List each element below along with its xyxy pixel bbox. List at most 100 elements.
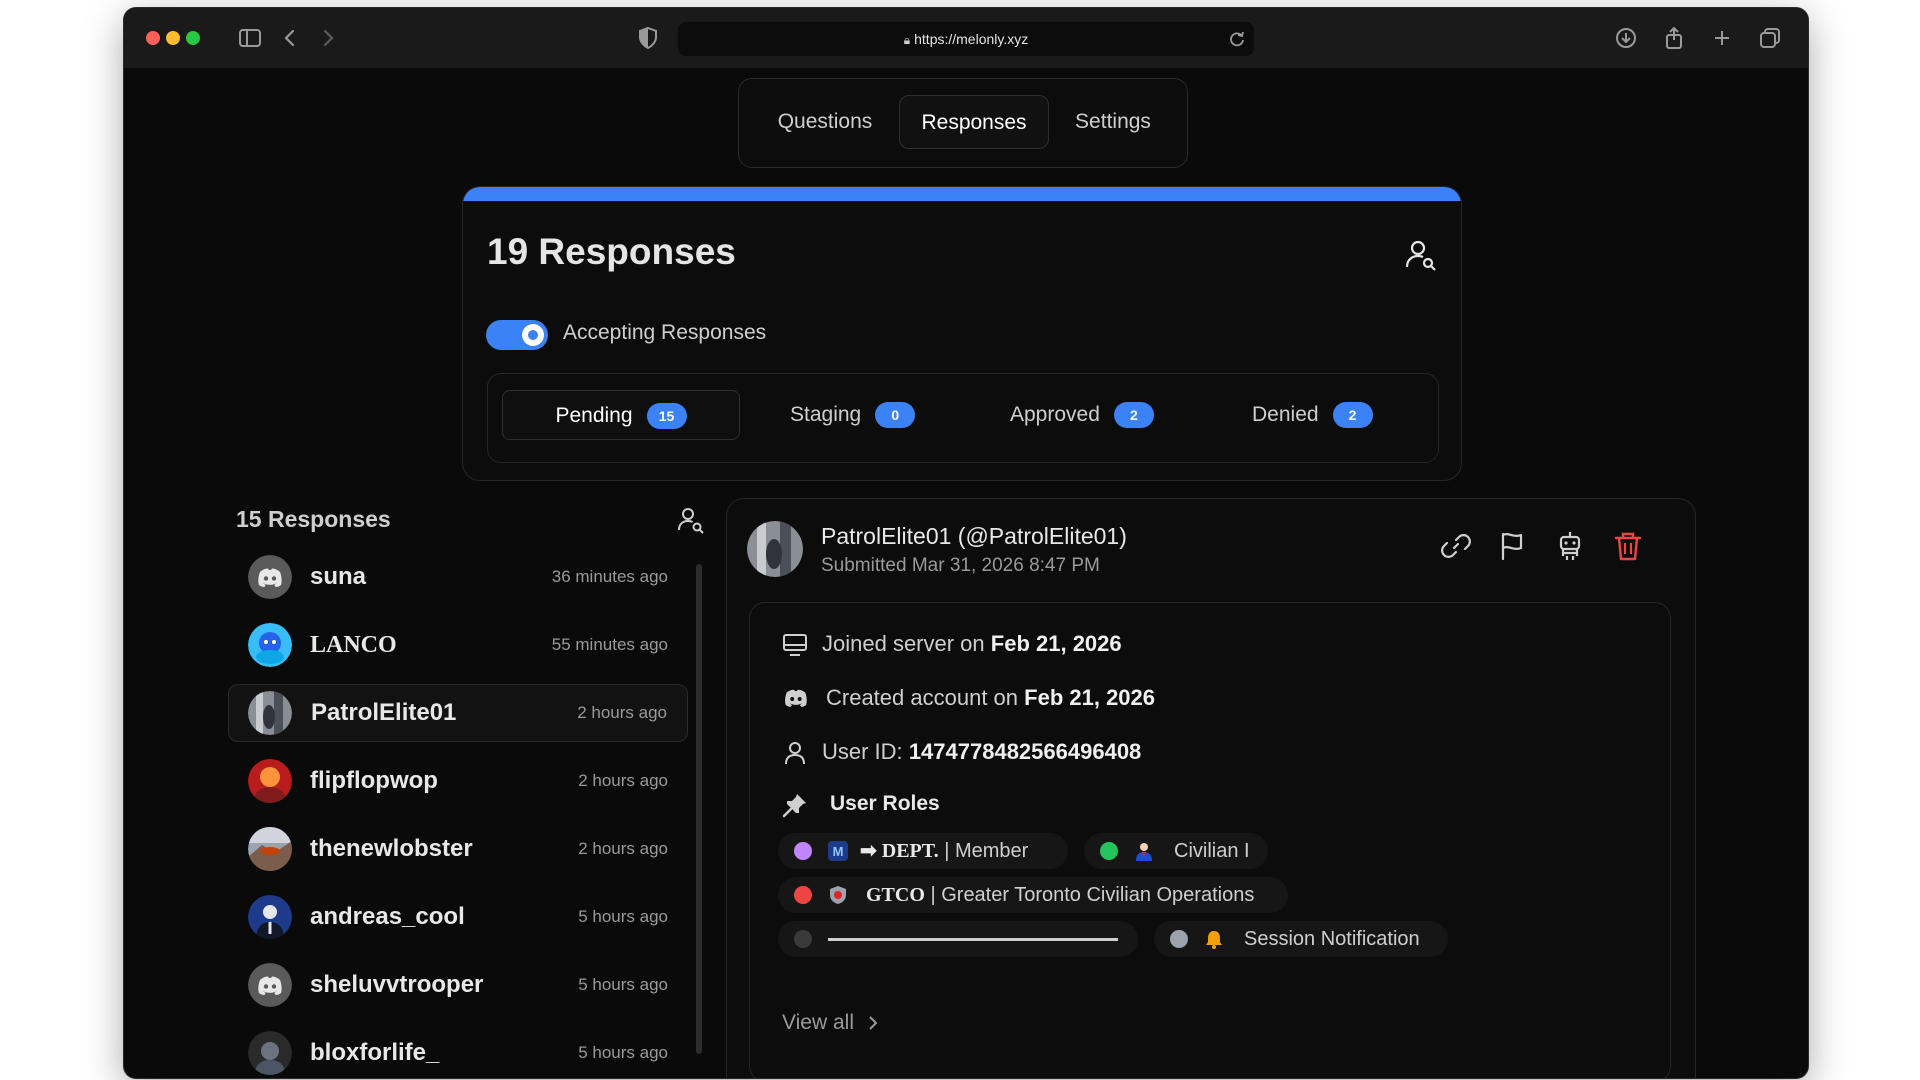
share-icon[interactable] [1660, 24, 1688, 52]
pending-count-badge: 15 [646, 403, 687, 430]
applicant-name: PatrolElite01 (@PatrolElite01) [821, 523, 1127, 549]
staging-count-badge: 0 [875, 402, 916, 429]
list-scrollbar[interactable] [696, 564, 702, 1054]
role-name: | Greater Toronto Civilian Operations [930, 884, 1255, 906]
svg-text:M: M [833, 844, 844, 859]
username: suna [310, 563, 367, 590]
minimize-window-button[interactable] [166, 31, 180, 45]
monitor-icon [783, 634, 807, 656]
list-item[interactable]: sheluvvtrooper 5 hours ago [228, 956, 688, 1014]
accepting-responses-label: Accepting Responses [563, 321, 767, 344]
approved-count-badge: 2 [1113, 402, 1154, 429]
chevron-right-icon [869, 1016, 878, 1031]
browser-titlebar: 🔒︎ https://melonly.xyz [124, 8, 1808, 68]
list-item[interactable]: LANCO 55 minutes ago [228, 616, 688, 674]
list-item[interactable]: PatrolElite01 2 hours ago [228, 684, 688, 742]
tab-overview-icon[interactable] [1756, 24, 1784, 52]
timestamp: 2 hours ago [578, 839, 668, 858]
tab-questions[interactable]: Questions [759, 95, 891, 149]
avatar [248, 691, 292, 735]
role-color-dot [1100, 842, 1118, 860]
downloads-icon[interactable] [1612, 24, 1640, 52]
list-item[interactable]: thenewlobster 2 hours ago [228, 820, 688, 878]
timestamp: 2 hours ago [578, 771, 668, 790]
timestamp: 2 hours ago [577, 703, 667, 722]
list-item[interactable]: bloxforlife_ 5 hours ago [228, 1024, 688, 1078]
shield-icon [830, 886, 846, 904]
avatar [248, 827, 292, 871]
username: flipflopwop [310, 767, 438, 794]
reload-icon[interactable] [1226, 28, 1248, 50]
list-item[interactable]: suna 36 minutes ago [228, 548, 688, 606]
timestamp: 5 hours ago [578, 1043, 668, 1062]
view-all-roles-link[interactable]: View all [782, 1011, 880, 1035]
link-icon[interactable] [1439, 529, 1473, 563]
flag-icon[interactable] [1495, 529, 1529, 563]
status-tab-staging[interactable]: Staging 0 [790, 390, 916, 440]
status-filter-tabs: Pending 15 Staging 0 Approved 2 Denied 2 [487, 373, 1439, 463]
lock-icon: 🔒︎ [903, 33, 911, 47]
person-icon [1136, 843, 1152, 861]
username: PatrolElite01 [311, 699, 457, 726]
tab-responses[interactable]: Responses [899, 95, 1049, 149]
address-bar[interactable]: 🔒︎ https://melonly.xyz [678, 22, 1254, 56]
url-text: https://melonly.xyz [914, 31, 1029, 47]
role-name: | Member [944, 840, 1029, 862]
close-window-button[interactable] [146, 31, 160, 45]
avatar [248, 1031, 292, 1075]
discord-avatar-icon [248, 555, 292, 599]
user-id-value: 1474778482566496408 [908, 739, 1142, 764]
role-prefix: ➡ DEPT. [860, 840, 939, 862]
divider-role-line [828, 938, 1118, 941]
bot-icon[interactable] [1553, 529, 1587, 563]
role-chip: Civilian I [1084, 833, 1268, 869]
applicant-info-card: Joined server on Feb 21, 2026 Created ac… [749, 602, 1671, 1078]
list-item[interactable]: andreas_cool 5 hours ago [228, 888, 688, 946]
discord-icon [785, 689, 807, 707]
list-item[interactable]: flipflopwop 2 hours ago [228, 752, 688, 810]
username: LANCO [310, 632, 397, 658]
role-color-dot [1170, 930, 1188, 948]
back-icon[interactable] [276, 24, 304, 52]
created-date: Feb 21, 2026 [1024, 685, 1156, 710]
sidebar-toggle-icon[interactable] [236, 24, 264, 52]
accepting-responses-toggle[interactable] [486, 320, 548, 350]
status-tab-pending[interactable]: Pending 15 [502, 390, 740, 440]
responses-count-title: 19 Responses [487, 231, 736, 272]
avatar [248, 759, 292, 803]
tab-settings[interactable]: Settings [1057, 95, 1169, 149]
joined-date: Feb 21, 2026 [990, 631, 1122, 656]
timestamp: 55 minutes ago [551, 635, 668, 654]
section-tabs: Questions Responses Settings [738, 78, 1188, 168]
role-color-dot [794, 930, 812, 948]
forward-icon[interactable] [314, 24, 342, 52]
response-detail-panel: PatrolElite01 (@PatrolElite01) Submitted… [726, 498, 1696, 1078]
toggle-knob [522, 324, 544, 346]
browser-window: 🔒︎ https://melonly.xyz Questions Respons… [124, 8, 1808, 1078]
username: sheluvvtrooper [310, 971, 484, 998]
list-title: 15 Responses [236, 506, 391, 532]
avatar [747, 521, 803, 577]
new-tab-icon[interactable] [1708, 24, 1736, 52]
denied-count-badge: 2 [1332, 402, 1373, 429]
m-icon: M [828, 841, 848, 861]
avatar [248, 895, 292, 939]
accent-bar [463, 187, 1461, 201]
status-tab-approved[interactable]: Approved 2 [1010, 390, 1154, 440]
timestamp: 5 hours ago [578, 975, 668, 994]
maximize-window-button[interactable] [186, 31, 200, 45]
user-search-icon[interactable] [676, 505, 706, 535]
submitted-time: Submitted Mar 31, 2026 8:47 PM [821, 555, 1100, 576]
username: bloxforlife_ [310, 1039, 440, 1066]
status-tab-denied[interactable]: Denied 2 [1252, 390, 1373, 440]
user-icon [785, 742, 805, 765]
role-name: Civilian I [1174, 840, 1250, 862]
role-chip: GTCO | Greater Toronto Civilian Operatio… [778, 877, 1288, 913]
delete-icon[interactable] [1611, 529, 1645, 563]
user-search-icon[interactable] [1403, 237, 1439, 273]
privacy-shield-icon[interactable] [634, 24, 662, 52]
role-color-dot [794, 886, 812, 904]
role-color-dot [794, 842, 812, 860]
username: thenewlobster [310, 835, 473, 862]
bell-icon [1206, 931, 1222, 949]
